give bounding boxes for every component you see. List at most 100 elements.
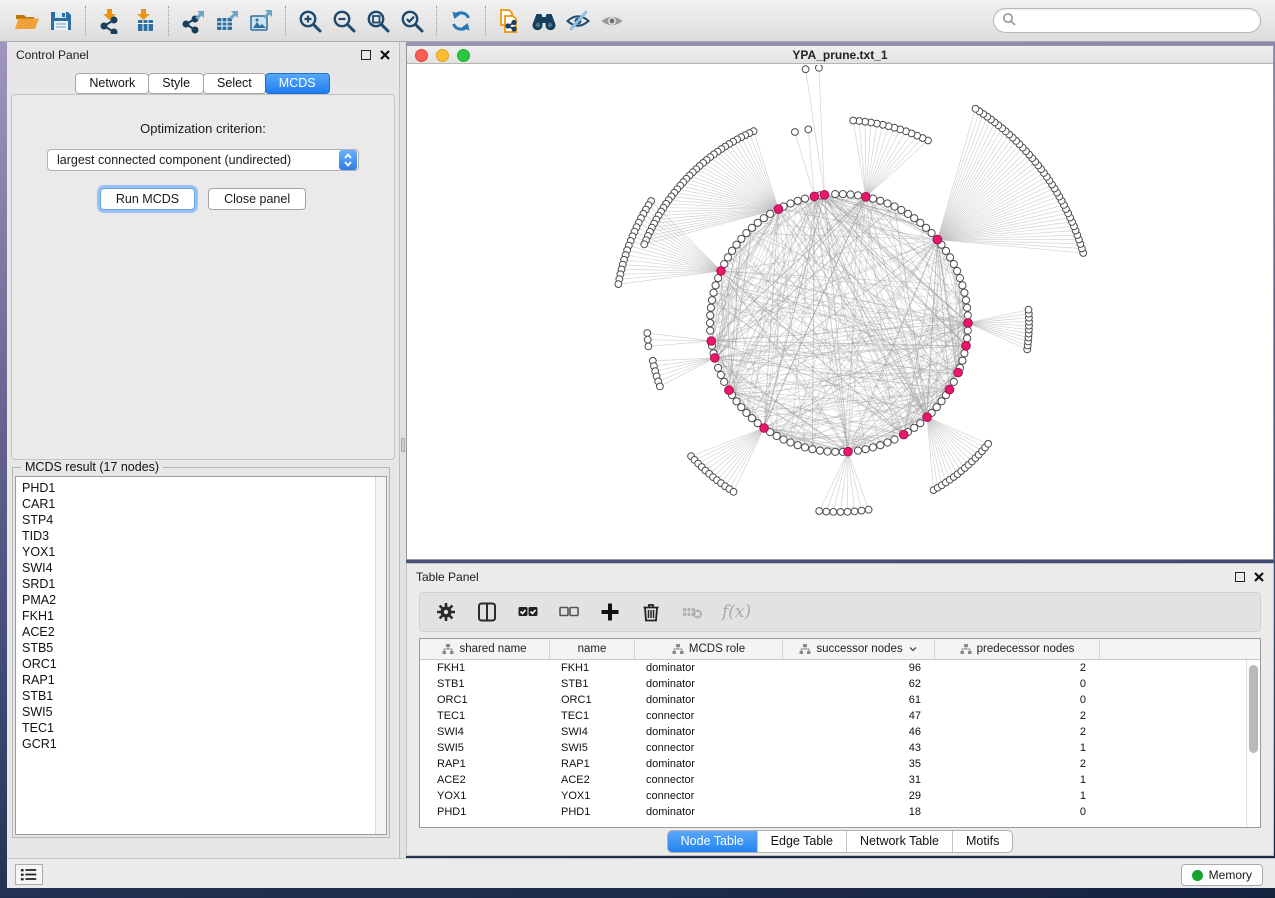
graph-satellite-node[interactable] [985,440,992,447]
graph-node[interactable] [884,439,891,446]
table-settings-gear-icon[interactable] [435,601,457,623]
graph-node[interactable] [816,447,823,454]
clone-network-icon[interactable] [493,4,527,38]
graph-node[interactable] [911,424,918,431]
graph-satellite-node[interactable] [1025,306,1032,313]
graph-node[interactable] [964,304,971,311]
graph-hub-node[interactable] [725,386,734,395]
table-row[interactable]: STB1STB1dominator620 [420,676,1246,692]
task-history-button[interactable] [15,864,43,885]
tab-select[interactable]: Select [203,73,266,94]
graph-hub-node[interactable] [945,385,954,394]
mcds-result-item[interactable]: SWI4 [22,560,386,576]
graph-node[interactable] [809,446,816,453]
network-graph[interactable] [407,65,1273,559]
graph-node[interactable] [707,304,714,311]
mcds-result-item[interactable]: RAP1 [22,672,386,688]
table-row[interactable]: ACE2ACE2connector311 [420,772,1246,788]
graph-hub-node[interactable] [964,319,973,328]
graph-node[interactable] [717,371,724,378]
graph-satellite-node[interactable] [792,129,799,136]
graph-node[interactable] [869,444,876,451]
mcds-result-list[interactable]: PHD1CAR1STP4TID3YOX1SWI4SRD1PMA2FKH1ACE2… [15,476,387,835]
tab-motifs[interactable]: Motifs [952,831,1012,852]
graph-satellite-node[interactable] [615,281,622,288]
mcds-result-item[interactable]: FKH1 [22,608,386,624]
graph-satellite-node[interactable] [657,383,664,390]
show-columns-icon[interactable] [476,601,498,623]
graph-node[interactable] [854,192,861,199]
export-image-icon[interactable] [244,4,278,38]
graph-node[interactable] [964,312,971,319]
graph-node[interactable] [733,241,740,248]
import-table-icon[interactable] [127,4,161,38]
graph-satellite-node[interactable] [730,488,737,495]
save-session-icon[interactable] [44,4,78,38]
import-network-icon[interactable] [93,4,127,38]
mcds-result-item[interactable]: ACE2 [22,624,386,640]
table-row[interactable]: RAP1RAP1dominator352 [420,756,1246,772]
graph-satellite-node[interactable] [816,508,823,515]
mcds-result-item[interactable]: SRD1 [22,576,386,592]
graph-node[interactable] [801,195,808,202]
column-header-name[interactable]: name [550,639,635,659]
graph-node[interactable] [959,282,966,289]
deselect-all-icon[interactable] [558,601,580,623]
graph-satellite-node[interactable] [851,508,858,515]
graph-node[interactable] [891,436,898,443]
mcds-result-item[interactable]: TEC1 [22,720,386,736]
graph-satellite-node[interactable] [830,509,837,516]
graph-satellite-node[interactable] [802,66,809,73]
graph-node[interactable] [832,191,839,198]
mcds-result-item[interactable]: PMA2 [22,592,386,608]
graph-node[interactable] [891,203,898,210]
graph-node[interactable] [877,442,884,449]
graph-satellite-node[interactable] [837,509,844,516]
graph-hub-node[interactable] [962,342,971,351]
graph-hub-node[interactable] [862,193,871,202]
graph-node[interactable] [964,335,971,342]
graph-hub-node[interactable] [844,447,853,456]
column-header-mcds-role[interactable]: MCDS role [635,639,783,659]
graph-satellite-node[interactable] [858,507,865,514]
graph-node[interactable] [707,312,714,319]
graph-satellite-node[interactable] [644,336,651,343]
tab-network-table[interactable]: Network Table [846,831,952,852]
show-all-icon[interactable] [595,4,629,38]
table-row[interactable]: SWI4SWI4dominator462 [420,724,1246,740]
graph-node[interactable] [787,439,794,446]
graph-node[interactable] [854,447,861,454]
memory-button[interactable]: Memory [1181,864,1263,886]
graph-node[interactable] [707,327,714,334]
table-row[interactable]: PHD1PHD1dominator180 [420,804,1246,820]
hide-selected-icon[interactable] [561,4,595,38]
graph-hub-node[interactable] [711,354,720,363]
graph-node[interactable] [794,442,801,449]
graph-node[interactable] [877,197,884,204]
graph-node[interactable] [712,282,719,289]
graph-node[interactable] [904,210,911,217]
graph-satellite-node[interactable] [805,126,812,133]
export-table-icon[interactable] [210,4,244,38]
graph-node[interactable] [917,420,924,427]
graph-hub-node[interactable] [954,368,963,377]
graph-node[interactable] [760,215,767,222]
graph-node[interactable] [824,448,831,455]
graph-node[interactable] [898,206,905,213]
mcds-result-item[interactable]: YOX1 [22,544,386,560]
table-row[interactable]: FKH1FKH1dominator962 [420,660,1246,676]
mcds-result-item[interactable]: TID3 [22,528,386,544]
graph-node[interactable] [773,432,780,439]
graph-node[interactable] [748,415,755,422]
refresh-view-icon[interactable] [444,4,478,38]
graph-hub-node[interactable] [923,413,932,422]
table-row[interactable]: ORC1ORC1dominator610 [420,692,1246,708]
graph-node[interactable] [938,398,945,405]
mcds-result-item[interactable]: CAR1 [22,496,386,512]
graph-satellite-node[interactable] [865,506,872,513]
graph-node[interactable] [706,319,713,326]
graph-satellite-node[interactable] [645,343,652,350]
close-window-icon[interactable] [415,49,428,62]
graph-satellite-node[interactable] [844,508,851,515]
network-window-titlebar[interactable]: YPA_prune.txt_1 [407,46,1273,64]
